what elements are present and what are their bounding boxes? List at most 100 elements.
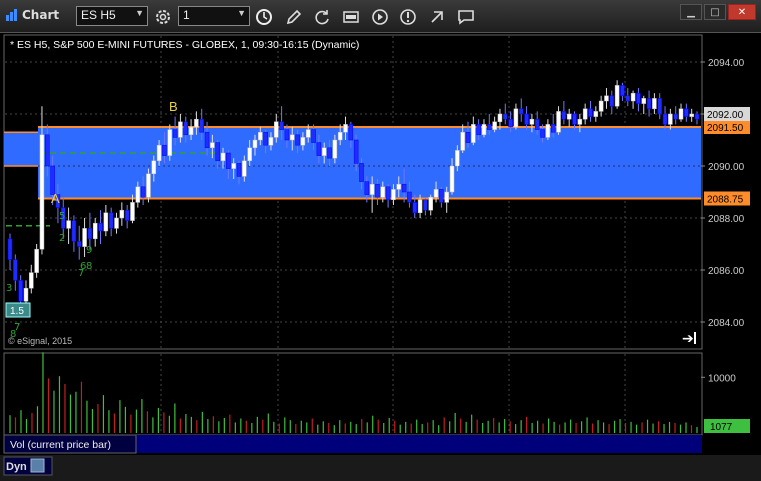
candle-down — [215, 142, 220, 162]
draw-tools-button[interactable] — [283, 6, 305, 28]
candle-up — [582, 108, 588, 120]
maximize-button[interactable]: □ — [704, 4, 726, 20]
candle-down — [487, 124, 492, 130]
candle-down — [124, 209, 130, 221]
candle-up — [545, 124, 551, 138]
candle-up — [220, 152, 226, 162]
minimize-button[interactable]: ▁ — [680, 4, 702, 20]
candle-down — [476, 124, 481, 136]
volume-last-label: 1077 — [710, 422, 733, 433]
symbol-dropdown-icon[interactable]: ▼ — [135, 8, 144, 18]
candle-down — [625, 95, 631, 102]
candle-up — [556, 111, 561, 133]
candle-up — [258, 131, 263, 141]
candle-up — [529, 118, 535, 125]
link-icon — [431, 11, 443, 23]
candle-down — [684, 108, 689, 117]
count-label: 8 — [10, 329, 16, 340]
candle-up — [641, 98, 646, 104]
lock-icon[interactable] — [30, 458, 45, 473]
candle-up — [247, 147, 252, 162]
candle-down — [236, 163, 242, 177]
candle-down — [524, 113, 529, 125]
maximize-icon: □ — [710, 6, 720, 18]
play-icon — [372, 9, 388, 25]
candle-down — [71, 220, 77, 242]
chart-app-icon — [6, 9, 17, 21]
candle-up — [82, 228, 87, 247]
mode-label: Dyn — [6, 461, 27, 473]
candle-down — [279, 121, 284, 130]
candle-up — [614, 85, 620, 107]
candle-up — [178, 121, 183, 138]
candle-down — [519, 108, 524, 115]
quote-button[interactable] — [340, 6, 362, 28]
candle-up — [268, 137, 274, 146]
candle-up — [391, 189, 396, 201]
candle-up — [66, 220, 71, 229]
status-bar-bg — [0, 455, 761, 481]
candle-up — [630, 92, 636, 102]
candle-down — [204, 131, 210, 149]
candle-down — [412, 202, 417, 214]
candle-down — [620, 85, 625, 97]
settings-gear-button[interactable] — [152, 6, 174, 28]
candle-down — [561, 111, 567, 120]
candle-down — [284, 129, 290, 141]
time-template-button[interactable] — [253, 6, 275, 28]
price-tick-label: 2084.00 — [708, 318, 745, 329]
scroll-end-bar — [694, 332, 696, 344]
count-label: 9 — [86, 245, 92, 256]
candle-up — [678, 108, 684, 120]
candle-up — [29, 272, 34, 289]
candle-up — [689, 113, 694, 117]
annotation-a: A — [51, 191, 60, 206]
settings-gear-icon — [156, 10, 170, 24]
candle-up — [513, 108, 519, 128]
volume-study-label[interactable]: Vol (current price bar) — [3, 434, 702, 454]
candle-up — [194, 118, 199, 128]
candle-down — [385, 186, 391, 201]
alert-button[interactable] — [397, 6, 419, 28]
quote-icon — [343, 11, 359, 23]
candle-down — [503, 113, 508, 120]
candle-up — [668, 113, 673, 125]
message-icon — [458, 10, 474, 25]
candle-down — [348, 124, 354, 141]
candle-up — [455, 150, 460, 167]
candle-up — [34, 248, 39, 273]
interval-input[interactable]: 1 ▼ — [178, 6, 250, 26]
close-button[interactable]: ✕ — [728, 4, 756, 20]
candle-down — [140, 186, 146, 198]
chart-area[interactable]: 2094.00 2092.00 2090.00 2088.00 2086.00 2084.… — [0, 33, 761, 481]
candle-up — [449, 165, 455, 193]
link-button[interactable] — [426, 6, 448, 28]
candle-up — [92, 222, 98, 240]
message-button[interactable] — [455, 6, 477, 28]
candle-down — [550, 124, 556, 133]
candle-down — [45, 134, 50, 167]
window-titlebar: Chart ES H5 ▼ 1 ▼ ▁ □ ✕ — [0, 0, 761, 33]
last-price-label: 2092.00 — [707, 110, 744, 121]
candle-down — [183, 121, 188, 136]
candle-down — [572, 113, 577, 125]
count-label: 3 — [6, 283, 12, 294]
candle-up — [598, 100, 604, 112]
interval-dropdown-icon[interactable]: ▼ — [237, 8, 246, 18]
candle-down — [646, 98, 652, 110]
candle-down — [508, 118, 513, 128]
candle-up — [103, 212, 109, 232]
symbol-input[interactable]: ES H5 ▼ — [76, 6, 148, 26]
volume-tick-label: 10000 — [708, 373, 736, 384]
candle-up — [652, 98, 657, 110]
refresh-icon — [315, 10, 329, 25]
symbol-value: ES H5 — [81, 8, 116, 22]
candle-down — [311, 129, 316, 143]
candle-down — [172, 129, 178, 138]
candle-down — [540, 129, 545, 138]
refresh-button[interactable] — [311, 6, 333, 28]
candle-up — [481, 124, 487, 136]
play-button[interactable] — [369, 6, 391, 28]
candle-up — [332, 139, 338, 159]
candle-up — [433, 189, 439, 198]
